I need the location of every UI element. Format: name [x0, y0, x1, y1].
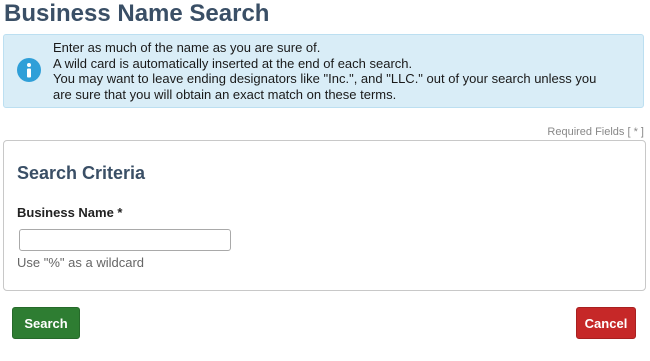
- info-icon: [17, 58, 41, 82]
- info-line: A wild card is automatically inserted at…: [53, 55, 413, 71]
- business-name-input[interactable]: [19, 229, 231, 251]
- search-criteria-heading: Search Criteria: [17, 163, 146, 183]
- search-button[interactable]: Search: [12, 307, 80, 339]
- info-alert: Enter as much of the name as you are sur…: [3, 34, 644, 108]
- cancel-button[interactable]: Cancel: [576, 307, 636, 339]
- info-line: are sure that you will obtain an exact m…: [53, 86, 397, 102]
- page-title: Business Name Search: [4, 0, 270, 27]
- wildcard-hint: Use "%" as a wildcard: [17, 255, 144, 270]
- info-line: You may want to leave ending designators…: [53, 71, 597, 86]
- info-line: Enter as much of the name as you are sur…: [53, 40, 321, 55]
- business-name-label: Business Name *: [17, 205, 123, 220]
- info-text: Enter as much of the name as you are sur…: [53, 40, 641, 102]
- required-fields-note: Required Fields [ * ]: [547, 126, 644, 138]
- search-criteria-panel: Search Criteria Business Name * Use "%" …: [3, 140, 646, 291]
